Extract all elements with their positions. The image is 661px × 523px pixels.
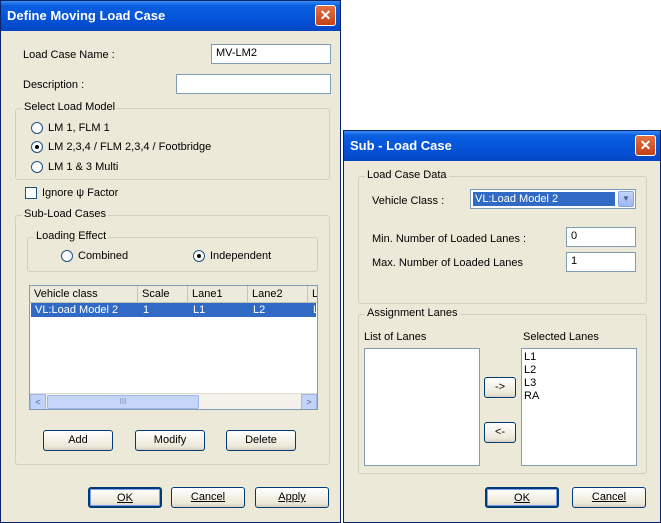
cell-lane2: L2 — [253, 304, 266, 316]
radio-combined[interactable] — [61, 250, 73, 262]
add-button[interactable]: Add — [43, 430, 113, 451]
loading-effect-label: Loading Effect — [34, 230, 109, 242]
sub-load-case-table[interactable]: Vehicle class Scale Lane1 Lane2 L VL:Loa… — [29, 285, 318, 410]
column-header-lane1[interactable]: Lane1 — [188, 286, 248, 303]
list-item[interactable]: L3 — [524, 377, 634, 390]
sub-dialog-close-button[interactable]: ✕ — [635, 135, 656, 156]
main-dialog-title: Define Moving Load Case — [1, 1, 340, 31]
close-icon: ✕ — [639, 137, 652, 153]
delete-button[interactable]: Delete — [226, 430, 296, 451]
scroll-thumb[interactable]: III — [47, 395, 199, 409]
scroll-left-button[interactable]: < — [30, 394, 46, 409]
main-dialog-close-button[interactable]: ✕ — [315, 5, 336, 26]
sub-dialog-title: Sub - Load Case — [344, 131, 660, 161]
vehicle-class-select[interactable]: VL:Load Model 2 ▼ — [470, 189, 636, 209]
sub-ok-button[interactable]: OK — [485, 487, 559, 508]
vehicle-class-value: VL:Load Model 2 — [473, 192, 615, 206]
ignore-factor-label: Ignore ψ Factor — [42, 187, 119, 199]
max-lanes-input[interactable]: 1 — [566, 252, 636, 272]
selected-lanes-listbox[interactable]: L1 L2 L3 RA — [521, 348, 637, 466]
assignment-lanes-label: Assignment Lanes — [365, 307, 460, 319]
radio-lm13-multi[interactable] — [31, 161, 43, 173]
min-lanes-label: Min. Number of Loaded Lanes : — [372, 233, 527, 245]
chevron-down-icon[interactable]: ▼ — [618, 191, 634, 207]
apply-button[interactable]: Apply — [255, 487, 329, 508]
selected-lanes-label: Selected Lanes — [523, 331, 599, 343]
cell-lane1: L1 — [193, 304, 206, 316]
modify-button[interactable]: Modify — [135, 430, 205, 451]
table-horizontal-scrollbar[interactable]: < III > — [30, 393, 317, 409]
radio-lm13-multi-label: LM 1 & 3 Multi — [48, 161, 119, 173]
sub-cancel-button[interactable]: Cancel — [572, 487, 646, 508]
load-case-name-input[interactable]: MV-LM2 — [211, 44, 331, 64]
description-input[interactable] — [176, 74, 331, 94]
unassign-lane-button[interactable]: <- — [484, 422, 516, 443]
column-header-lane2[interactable]: Lane2 — [248, 286, 308, 303]
radio-lm234-footbridge[interactable] — [31, 141, 43, 153]
cell-lane3: L — [309, 303, 317, 317]
radio-lm234-footbridge-label: LM 2,3,4 / FLM 2,3,4 / Footbridge — [48, 141, 212, 153]
vehicle-class-label: Vehicle Class : — [372, 195, 445, 207]
load-case-name-label: Load Case Name : — [23, 49, 115, 61]
chevron-left-icon: < — [35, 397, 41, 407]
list-item[interactable]: RA — [524, 390, 634, 403]
grip-icon: III — [119, 397, 127, 406]
ok-button[interactable]: OK — [88, 487, 162, 508]
list-of-lanes-label: List of Lanes — [364, 331, 427, 343]
sub-load-case-dialog: Sub - Load Case ✕ Load Case Data Vehicle… — [343, 130, 661, 523]
column-header-scale[interactable]: Scale — [138, 286, 188, 303]
cell-scale: 1 — [143, 304, 150, 316]
radio-lm1-flm1-label: LM 1, FLM 1 — [48, 122, 110, 134]
select-load-model-label: Select Load Model — [22, 101, 118, 113]
define-moving-load-case-dialog: Define Moving Load Case ✕ Load Case Name… — [0, 0, 341, 523]
description-label: Description : — [23, 79, 85, 91]
table-row[interactable]: VL:Load Model 2 1 L1 L2 L — [31, 303, 317, 317]
load-case-data-label: Load Case Data — [365, 169, 449, 181]
min-lanes-input[interactable]: 0 — [566, 227, 636, 247]
close-icon: ✕ — [319, 7, 332, 23]
list-item[interactable]: L1 — [524, 351, 634, 364]
ignore-factor-checkbox[interactable] — [25, 187, 37, 199]
sub-load-cases-label: Sub-Load Cases — [22, 208, 108, 220]
radio-independent[interactable] — [193, 250, 205, 262]
column-header-vehicle-class[interactable]: Vehicle class — [30, 286, 138, 303]
column-header-lane3[interactable]: L — [308, 286, 317, 303]
list-of-lanes-listbox[interactable] — [364, 348, 480, 466]
chevron-right-icon: > — [306, 397, 312, 407]
radio-independent-label: Independent — [210, 250, 272, 262]
max-lanes-label: Max. Number of Loaded Lanes — [372, 257, 524, 269]
cell-vehicle-class: VL:Load Model 2 — [35, 304, 119, 316]
radio-lm1-flm1[interactable] — [31, 122, 43, 134]
list-item[interactable]: L2 — [524, 364, 634, 377]
scroll-right-button[interactable]: > — [301, 394, 317, 409]
radio-combined-label: Combined — [78, 250, 129, 262]
assign-lane-button[interactable]: -> — [484, 377, 516, 398]
cancel-button[interactable]: Cancel — [171, 487, 245, 508]
